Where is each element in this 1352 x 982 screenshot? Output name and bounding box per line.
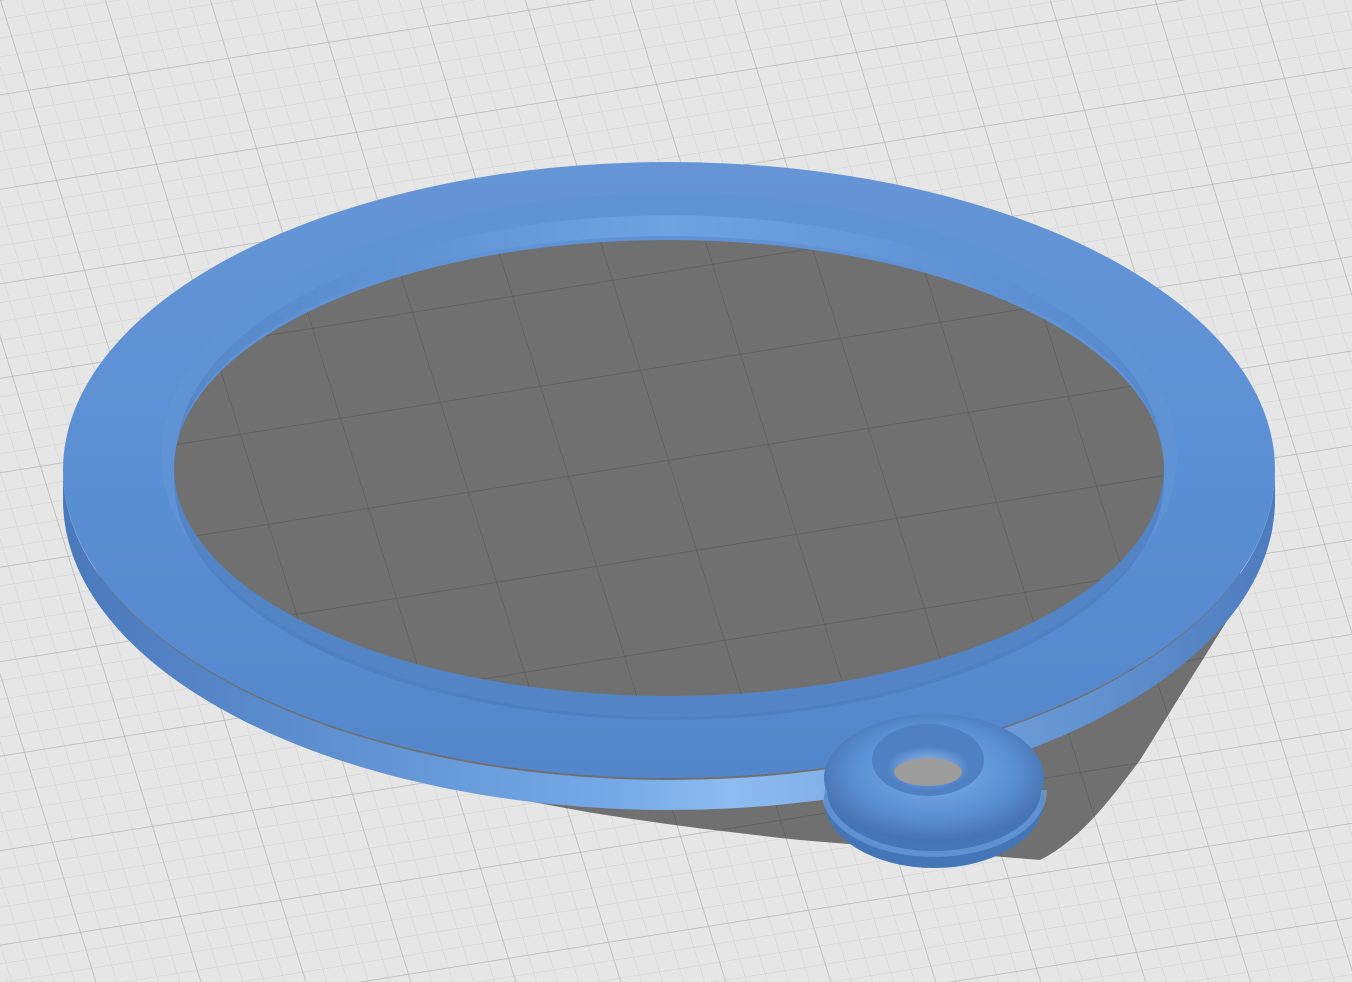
torus-loop-icon[interactable] [821,714,1047,868]
scene-canvas[interactable] [0,0,1352,982]
3d-viewport[interactable] [0,0,1352,982]
